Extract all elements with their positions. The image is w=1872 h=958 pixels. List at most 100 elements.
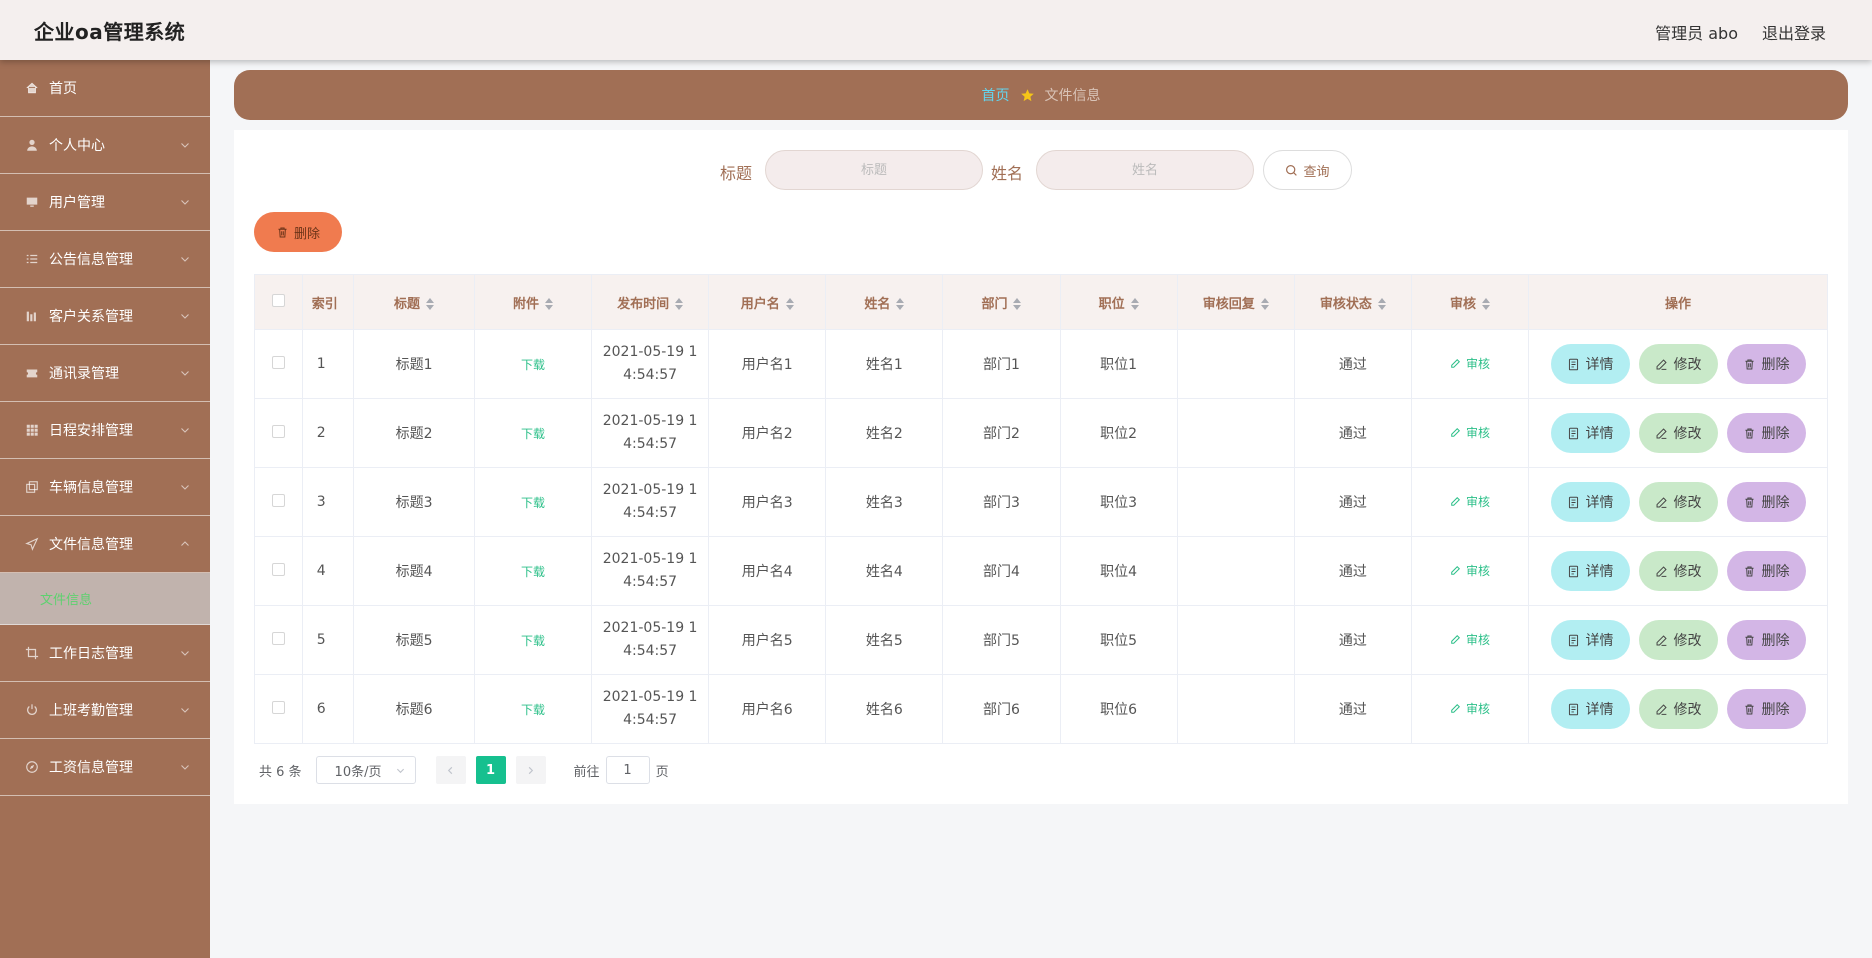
column-header-10[interactable]: 审核: [1410, 274, 1530, 330]
sidebar-item-3[interactable]: 公告信息管理: [0, 231, 210, 288]
sort-icon[interactable]: [1013, 298, 1022, 310]
sort-icon[interactable]: [675, 298, 684, 310]
detail-label: 详情: [1585, 495, 1614, 511]
select-all-checkbox[interactable]: [271, 293, 285, 307]
document-icon: [1567, 703, 1586, 716]
sort-icon[interactable]: [426, 298, 435, 310]
column-header-9[interactable]: 审核状态: [1293, 274, 1412, 330]
row-checkbox-cell: [254, 398, 303, 468]
chevron-down-icon: [180, 309, 190, 319]
query-button[interactable]: 查询: [1263, 150, 1352, 190]
title-search-input[interactable]: [765, 150, 983, 190]
breadcrumb-home-link[interactable]: 首页: [982, 85, 1010, 105]
logout-button[interactable]: 退出登录: [1762, 20, 1826, 44]
sidebar-item-6[interactable]: 日程安排管理: [0, 402, 210, 459]
delete-button[interactable]: 删除: [1726, 344, 1806, 384]
page-size-select[interactable]: 10条/页: [315, 756, 416, 784]
edit-button[interactable]: 修改: [1638, 620, 1718, 660]
delete-button[interactable]: 删除: [1726, 620, 1806, 660]
cell-publish-time: 2021-05-19 1 4:54:57: [591, 467, 710, 537]
cell-department: 部门3: [942, 467, 1061, 537]
delete-button[interactable]: 删除: [1726, 689, 1806, 729]
download-link[interactable]: 下载: [521, 427, 545, 441]
file-info-table: 索引 标题 附件 发布时间 用户名 姓名 部门 职位 审核回复 审核状态 审核 操作 1 标题1 下载 20…: [254, 274, 1828, 744]
sidebar-item-4[interactable]: 客户关系管理: [0, 288, 210, 345]
detail-button[interactable]: 详情: [1550, 344, 1630, 384]
audit-button[interactable]: 审核: [1450, 562, 1490, 579]
prev-page-button[interactable]: [435, 756, 466, 784]
sort-icon[interactable]: [896, 298, 905, 310]
column-header-1[interactable]: 标题: [353, 274, 475, 330]
column-header-8[interactable]: 审核回复: [1176, 274, 1295, 330]
cell-index: 1: [301, 329, 355, 399]
batch-delete-button[interactable]: 删除: [254, 212, 342, 252]
sidebar-item-0[interactable]: 首页: [0, 60, 210, 117]
detail-button[interactable]: 详情: [1550, 482, 1630, 522]
row-checkbox-cell: [254, 605, 303, 675]
sidebar-item-7[interactable]: 车辆信息管理: [0, 459, 210, 516]
edit-icon: [1655, 703, 1674, 716]
sort-icon[interactable]: [785, 298, 794, 310]
cell-position: 职位3: [1059, 467, 1178, 537]
audit-button[interactable]: 审核: [1450, 631, 1490, 648]
sort-icon[interactable]: [1260, 298, 1269, 310]
audit-button[interactable]: 审核: [1450, 700, 1490, 717]
next-page-button[interactable]: [515, 756, 546, 784]
download-link[interactable]: 下载: [521, 565, 545, 579]
audit-button[interactable]: 审核: [1450, 355, 1490, 372]
delete-button[interactable]: 删除: [1726, 482, 1806, 522]
sidebar-item-1[interactable]: 个人中心: [0, 117, 210, 174]
sidebar-item-8[interactable]: 文件信息管理: [0, 516, 210, 573]
column-header-label: 标题: [394, 296, 421, 312]
row-checkbox[interactable]: [271, 424, 285, 438]
row-checkbox[interactable]: [271, 562, 285, 576]
sort-icon[interactable]: [1130, 298, 1139, 310]
sidebar-item-2[interactable]: 用户管理: [0, 174, 210, 231]
sort-icon[interactable]: [1377, 298, 1386, 310]
column-header-3[interactable]: 发布时间: [591, 274, 710, 330]
column-header-4[interactable]: 用户名: [708, 274, 827, 330]
bar-chart-icon: [24, 308, 40, 324]
sidebar-subitem-file-info[interactable]: 文件信息: [0, 573, 210, 625]
publish-time-line2: 4:54:57: [623, 574, 678, 590]
detail-button[interactable]: 详情: [1550, 689, 1630, 729]
row-checkbox[interactable]: [271, 355, 285, 369]
goto-page-input[interactable]: [605, 756, 650, 784]
row-checkbox[interactable]: [271, 631, 285, 645]
edit-button[interactable]: 修改: [1638, 551, 1718, 591]
column-header-7[interactable]: 职位: [1059, 274, 1178, 330]
audit-button[interactable]: 审核: [1450, 424, 1490, 441]
sort-icon[interactable]: [1481, 298, 1490, 310]
delete-button[interactable]: 删除: [1726, 551, 1806, 591]
sidebar-item-10[interactable]: 上班考勤管理: [0, 682, 210, 739]
chevron-right-icon: [526, 766, 535, 775]
cell-index: 6: [301, 674, 355, 744]
edit-button[interactable]: 修改: [1638, 344, 1718, 384]
download-link[interactable]: 下载: [521, 358, 545, 372]
cell-actions: 详情 修改 删除: [1528, 674, 1828, 744]
sidebar-item-5[interactable]: 通讯录管理: [0, 345, 210, 402]
detail-button[interactable]: 详情: [1550, 620, 1630, 660]
sidebar-item-9[interactable]: 工作日志管理: [0, 625, 210, 682]
detail-button[interactable]: 详情: [1550, 413, 1630, 453]
column-header-5[interactable]: 姓名: [825, 274, 944, 330]
sort-icon[interactable]: [544, 298, 553, 310]
edit-button[interactable]: 修改: [1638, 482, 1718, 522]
edit-icon: [1655, 634, 1674, 647]
detail-button[interactable]: 详情: [1550, 551, 1630, 591]
document-icon: [1567, 427, 1586, 440]
page-number-current[interactable]: 1: [475, 756, 506, 784]
delete-button[interactable]: 删除: [1726, 413, 1806, 453]
column-header-2[interactable]: 附件: [473, 274, 593, 330]
download-link[interactable]: 下载: [521, 634, 545, 648]
sidebar-item-11[interactable]: 工资信息管理: [0, 739, 210, 796]
column-header-6[interactable]: 部门: [942, 274, 1061, 330]
download-link[interactable]: 下载: [521, 496, 545, 510]
download-link[interactable]: 下载: [521, 703, 545, 717]
row-checkbox[interactable]: [271, 493, 285, 507]
name-search-input[interactable]: [1036, 150, 1254, 190]
edit-button[interactable]: 修改: [1638, 689, 1718, 729]
row-checkbox[interactable]: [271, 700, 285, 714]
audit-button[interactable]: 审核: [1450, 493, 1490, 510]
edit-button[interactable]: 修改: [1638, 413, 1718, 453]
